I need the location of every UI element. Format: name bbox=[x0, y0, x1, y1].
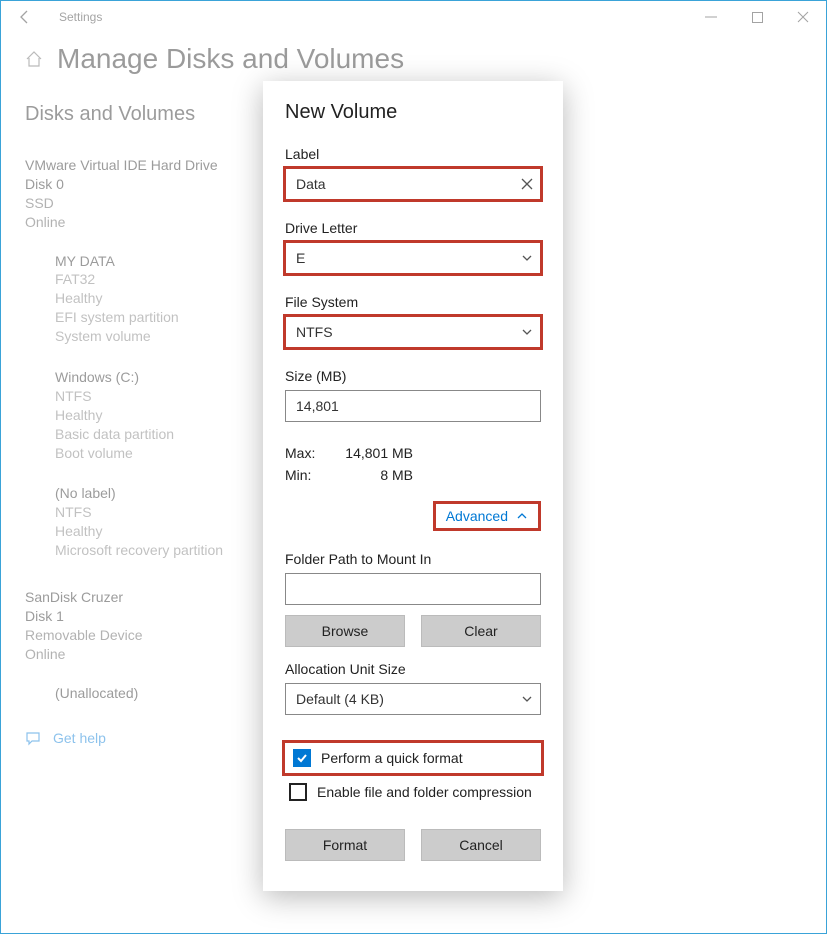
checkbox-icon bbox=[289, 783, 307, 801]
label-caption: Label bbox=[285, 146, 541, 162]
x-icon bbox=[521, 178, 533, 190]
chevron-down-icon bbox=[521, 693, 533, 705]
drive-letter-select[interactable]: E bbox=[285, 242, 541, 274]
format-button[interactable]: Format bbox=[285, 829, 405, 861]
compression-checkbox[interactable]: Enable file and folder compression bbox=[285, 777, 541, 807]
advanced-label: Advanced bbox=[446, 508, 508, 524]
new-volume-dialog: New Volume Label Drive Letter E File Sys… bbox=[263, 81, 563, 891]
quick-format-label: Perform a quick format bbox=[321, 750, 463, 766]
compression-label: Enable file and folder compression bbox=[317, 784, 532, 800]
min-value: 8 MB bbox=[333, 464, 413, 486]
folder-path-caption: Folder Path to Mount In bbox=[285, 551, 541, 567]
alloc-unit-caption: Allocation Unit Size bbox=[285, 661, 541, 677]
chevron-up-icon bbox=[516, 510, 528, 522]
dialog-title: New Volume bbox=[285, 101, 541, 124]
cancel-button[interactable]: Cancel bbox=[421, 829, 541, 861]
drive-letter-caption: Drive Letter bbox=[285, 220, 541, 236]
label-input[interactable] bbox=[285, 168, 541, 200]
file-system-caption: File System bbox=[285, 294, 541, 310]
max-value: 14,801 MB bbox=[333, 442, 413, 464]
size-input[interactable] bbox=[285, 390, 541, 422]
min-label: Min: bbox=[285, 464, 327, 486]
checkbox-icon bbox=[293, 749, 311, 767]
advanced-toggle[interactable]: Advanced bbox=[433, 501, 541, 531]
chevron-down-icon bbox=[521, 252, 533, 264]
max-label: Max: bbox=[285, 442, 327, 464]
file-system-select[interactable]: NTFS bbox=[285, 316, 541, 348]
checkmark-icon bbox=[296, 752, 308, 764]
browse-button[interactable]: Browse bbox=[285, 615, 405, 647]
clear-label-button[interactable] bbox=[521, 178, 533, 190]
clear-button[interactable]: Clear bbox=[421, 615, 541, 647]
folder-path-input[interactable] bbox=[285, 573, 541, 605]
quick-format-checkbox[interactable]: Perform a quick format bbox=[285, 743, 541, 773]
size-caption: Size (MB) bbox=[285, 368, 541, 384]
chevron-down-icon bbox=[521, 326, 533, 338]
alloc-unit-select[interactable]: Default (4 KB) bbox=[285, 683, 541, 715]
